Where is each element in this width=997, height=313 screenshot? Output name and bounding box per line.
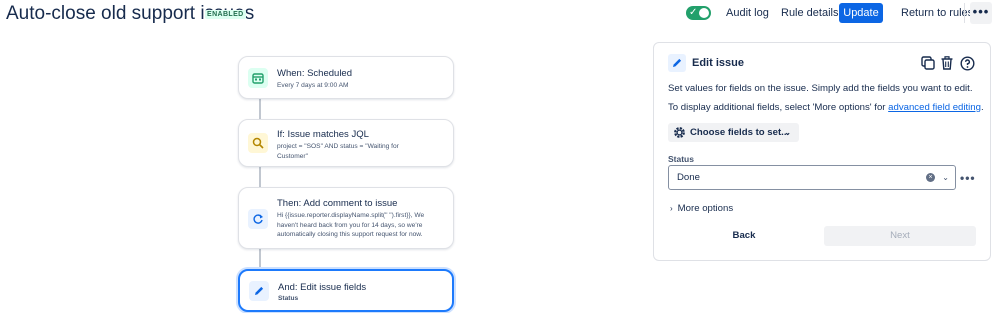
duplicate-icon[interactable] [920, 55, 936, 71]
back-button[interactable]: Back [674, 226, 814, 246]
add-comment-action-card[interactable]: Then: Add comment to issue Hi {{issue.re… [238, 187, 454, 249]
status-select[interactable]: Done × ⌄ [668, 165, 956, 190]
edit-issue-panel: Edit issue Set values for fields on the … [653, 42, 991, 261]
trigger-card[interactable]: When: Scheduled Every 7 days at 9:00 AM [238, 56, 454, 99]
edit-issue-subtitle: Status [278, 295, 299, 302]
additional-info-prefix: To display additional fields, select 'Mo… [668, 102, 889, 113]
add-comment-subtitle: Hi {{issue.reporter.displayName.split(" … [277, 212, 425, 238]
rule-editor-page: Auto-close old support issues ENABLED ✓ … [0, 0, 997, 313]
condition-subtitle: project = "SOS" AND status = "Waiting fo… [277, 143, 399, 160]
edit-issue-title: And: Edit issue fields [278, 282, 367, 293]
trash-icon[interactable] [939, 55, 955, 71]
refresh-arrow-icon [248, 209, 268, 229]
field-more-options-icon[interactable]: ••• [960, 171, 976, 185]
search-icon [248, 133, 268, 153]
edit-issue-action-card[interactable]: And: Edit issue fields Status [238, 269, 454, 312]
chevron-down-icon: ⌄ [784, 128, 791, 137]
more-options-toggle[interactable]: › More options [670, 203, 733, 214]
status-field-label: Status [668, 154, 694, 164]
update-button[interactable]: Update [839, 3, 883, 23]
flow-connector [259, 249, 261, 269]
panel-description: Set values for fields on the issue. Simp… [668, 83, 973, 94]
return-to-rules-button[interactable]: Return to rules [895, 3, 979, 23]
add-comment-title: Then: Add comment to issue [277, 198, 398, 209]
rule-details-button[interactable]: Rule details [775, 3, 844, 23]
chevron-down-icon[interactable]: ⌄ [942, 166, 949, 189]
more-options-label: More options [677, 203, 734, 214]
additional-info-suffix: . [980, 102, 984, 113]
pencil-icon [668, 54, 686, 72]
panel-title: Edit issue [692, 57, 744, 69]
condition-card[interactable]: If: Issue matches JQL project = "SOS" AN… [238, 119, 454, 167]
panel-additional-info: To display additional fields, select 'Mo… [668, 102, 984, 113]
trigger-title: When: Scheduled [277, 68, 352, 79]
more-actions-button[interactable]: ••• [970, 2, 992, 24]
header-divider [964, 3, 965, 23]
flow-connector [259, 99, 261, 119]
calendar-icon [248, 68, 268, 88]
next-button[interactable]: Next [824, 226, 976, 246]
status-badge: ENABLED [205, 10, 246, 19]
rule-enabled-toggle[interactable]: ✓ [686, 6, 711, 20]
advanced-field-editing-link[interactable]: advanced field editing [888, 102, 981, 113]
toggle-knob [699, 8, 709, 18]
clear-icon[interactable]: × [926, 173, 935, 182]
gear-icon [673, 126, 686, 146]
status-select-value: Done [677, 172, 700, 183]
flow-connector [259, 167, 261, 187]
chevron-right-icon: › [670, 204, 673, 213]
condition-title: If: Issue matches JQL [277, 129, 369, 140]
audit-log-button[interactable]: Audit log [720, 3, 775, 23]
pencil-icon [249, 281, 269, 301]
choose-fields-label: Choose fields to set... [690, 127, 790, 138]
trigger-subtitle: Every 7 days at 9:00 AM [277, 82, 349, 89]
choose-fields-button[interactable]: Choose fields to set... ⌄ [668, 123, 799, 142]
check-icon: ✓ [689, 7, 698, 18]
help-icon[interactable] [959, 55, 975, 71]
